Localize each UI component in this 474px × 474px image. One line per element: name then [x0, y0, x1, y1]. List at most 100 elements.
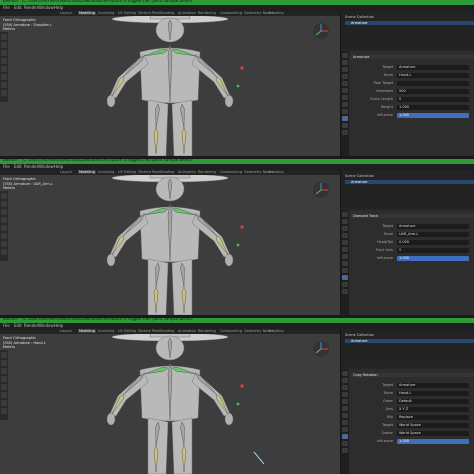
target-marker-red[interactable] [240, 66, 244, 70]
tab-animation[interactable]: Animation [178, 11, 196, 15]
properties-tab[interactable] [342, 254, 348, 259]
field-value[interactable]: 1.000 [397, 439, 469, 444]
field-value[interactable]: X Y Z [397, 407, 469, 412]
properties-tab[interactable] [342, 434, 348, 439]
tab-sculpting[interactable]: Sculpting [98, 329, 114, 333]
menu-item-file[interactable]: File [3, 323, 10, 328]
tab-shading[interactable]: Shading [160, 11, 174, 15]
character-model[interactable] [40, 164, 300, 315]
tool-button[interactable] [1, 376, 7, 382]
properties-tab[interactable] [342, 219, 348, 224]
tool-button[interactable] [1, 225, 7, 231]
properties-tab[interactable] [342, 289, 348, 294]
menu-item-help[interactable]: Help [54, 323, 63, 328]
properties-tab[interactable] [342, 441, 348, 446]
field-value[interactable]: Armature [397, 224, 469, 229]
outliner-item[interactable]: Armature [345, 339, 474, 343]
menu-item-window[interactable]: Window [38, 164, 54, 169]
outliner-item[interactable]: Scene Collection [345, 15, 374, 19]
field-value[interactable]: World Space [397, 431, 469, 436]
tool-button[interactable] [1, 82, 7, 88]
properties-tab[interactable] [342, 268, 348, 273]
properties-tab[interactable] [342, 399, 348, 404]
tab-animation[interactable]: Animation [178, 170, 196, 174]
field-value[interactable]: 0 [397, 97, 469, 102]
menu-item-edit[interactable]: Edit [14, 323, 22, 328]
field-value[interactable]: Y [397, 248, 469, 253]
viewport-3d[interactable]: Front Orthographic (550) Armature : UAR_A… [0, 164, 340, 315]
tab-compositing[interactable]: Compositing [220, 329, 242, 333]
tab-rendering[interactable]: Rendering [198, 170, 216, 174]
properties-tab[interactable] [342, 275, 348, 280]
tool-button[interactable] [1, 201, 7, 207]
tab-sculpting[interactable]: Sculpting [98, 11, 114, 15]
field-value[interactable]: Hand.L [397, 391, 469, 396]
properties-tab[interactable] [342, 282, 348, 287]
menu-item-edit[interactable]: Edit [14, 164, 22, 169]
tool-button[interactable] [1, 352, 7, 358]
target-marker-green[interactable] [236, 402, 240, 406]
properties-tab[interactable] [342, 88, 348, 93]
tab-animation[interactable]: Animation [178, 329, 196, 333]
tool-button[interactable] [1, 249, 7, 255]
properties-tab[interactable] [342, 130, 348, 135]
properties-tab[interactable] [342, 427, 348, 432]
field-value[interactable]: 1.000 [397, 256, 469, 261]
properties-tab[interactable] [342, 448, 348, 453]
menu-item-render[interactable]: Render [24, 5, 38, 10]
tool-button[interactable] [1, 58, 7, 64]
tool-button[interactable] [1, 90, 7, 96]
tool-button[interactable] [1, 34, 7, 40]
constraint-header[interactable]: Copy Rotation [351, 373, 474, 377]
field-value[interactable]: World Space [397, 423, 469, 428]
tab-modeling[interactable]: Modeling [78, 11, 96, 15]
pole-target-line[interactable] [253, 451, 265, 465]
tab-sculpting[interactable]: Sculpting [98, 170, 114, 174]
tab-compositing[interactable]: Compositing [220, 170, 242, 174]
properties-tab[interactable] [342, 95, 348, 100]
properties-tab[interactable] [342, 261, 348, 266]
field-value[interactable]: Hand.L [397, 73, 469, 78]
field-value[interactable]: Replace [397, 415, 469, 420]
menu-item-help[interactable]: Help [54, 164, 63, 169]
field-value[interactable]: 1.000 [397, 113, 469, 118]
target-marker-green[interactable] [236, 243, 240, 247]
properties-tab[interactable] [342, 226, 348, 231]
character-model[interactable] [40, 323, 300, 474]
target-marker-red[interactable] [240, 384, 244, 388]
tab-compositing[interactable]: Compositing [220, 11, 242, 15]
tool-button[interactable] [1, 217, 7, 223]
tab-scripting[interactable]: Scripting [268, 170, 284, 174]
properties-tab[interactable] [342, 74, 348, 79]
menu-item-window[interactable]: Window [38, 5, 54, 10]
field-value[interactable]: Armature [397, 65, 469, 70]
tab-scripting[interactable]: Scripting [268, 329, 284, 333]
tool-button[interactable] [1, 241, 7, 247]
constraint-header[interactable]: Armature [351, 55, 474, 59]
tab-uv-editing[interactable]: UV Editing [118, 11, 136, 15]
tool-button[interactable] [1, 66, 7, 72]
properties-tab[interactable] [342, 109, 348, 114]
tab-uv-editing[interactable]: UV Editing [118, 329, 136, 333]
tab-layout[interactable]: Layout [60, 329, 72, 333]
properties-tab[interactable] [342, 212, 348, 217]
properties-tab[interactable] [342, 81, 348, 86]
field-value[interactable]: 500 [397, 89, 469, 94]
properties-tab[interactable] [342, 371, 348, 376]
outliner-item[interactable]: Scene Collection [345, 174, 374, 178]
properties-tab[interactable] [342, 123, 348, 128]
properties-tab[interactable] [342, 53, 348, 58]
tab-texture-paint[interactable]: Texture Paint [138, 329, 161, 333]
target-marker-red[interactable] [240, 225, 244, 229]
menu-item-render[interactable]: Render [24, 323, 38, 328]
menu-item-file[interactable]: File [3, 5, 10, 10]
properties-tab[interactable] [342, 67, 348, 72]
outliner-item[interactable]: Armature [345, 180, 474, 184]
character-model[interactable] [40, 5, 300, 156]
field-value[interactable]: Armature [397, 383, 469, 388]
properties-tab[interactable] [342, 392, 348, 397]
tool-button[interactable] [1, 384, 7, 390]
tab-scripting[interactable]: Scripting [268, 11, 284, 15]
tab-texture-paint[interactable]: Texture Paint [138, 11, 161, 15]
menu-item-window[interactable]: Window [38, 323, 54, 328]
